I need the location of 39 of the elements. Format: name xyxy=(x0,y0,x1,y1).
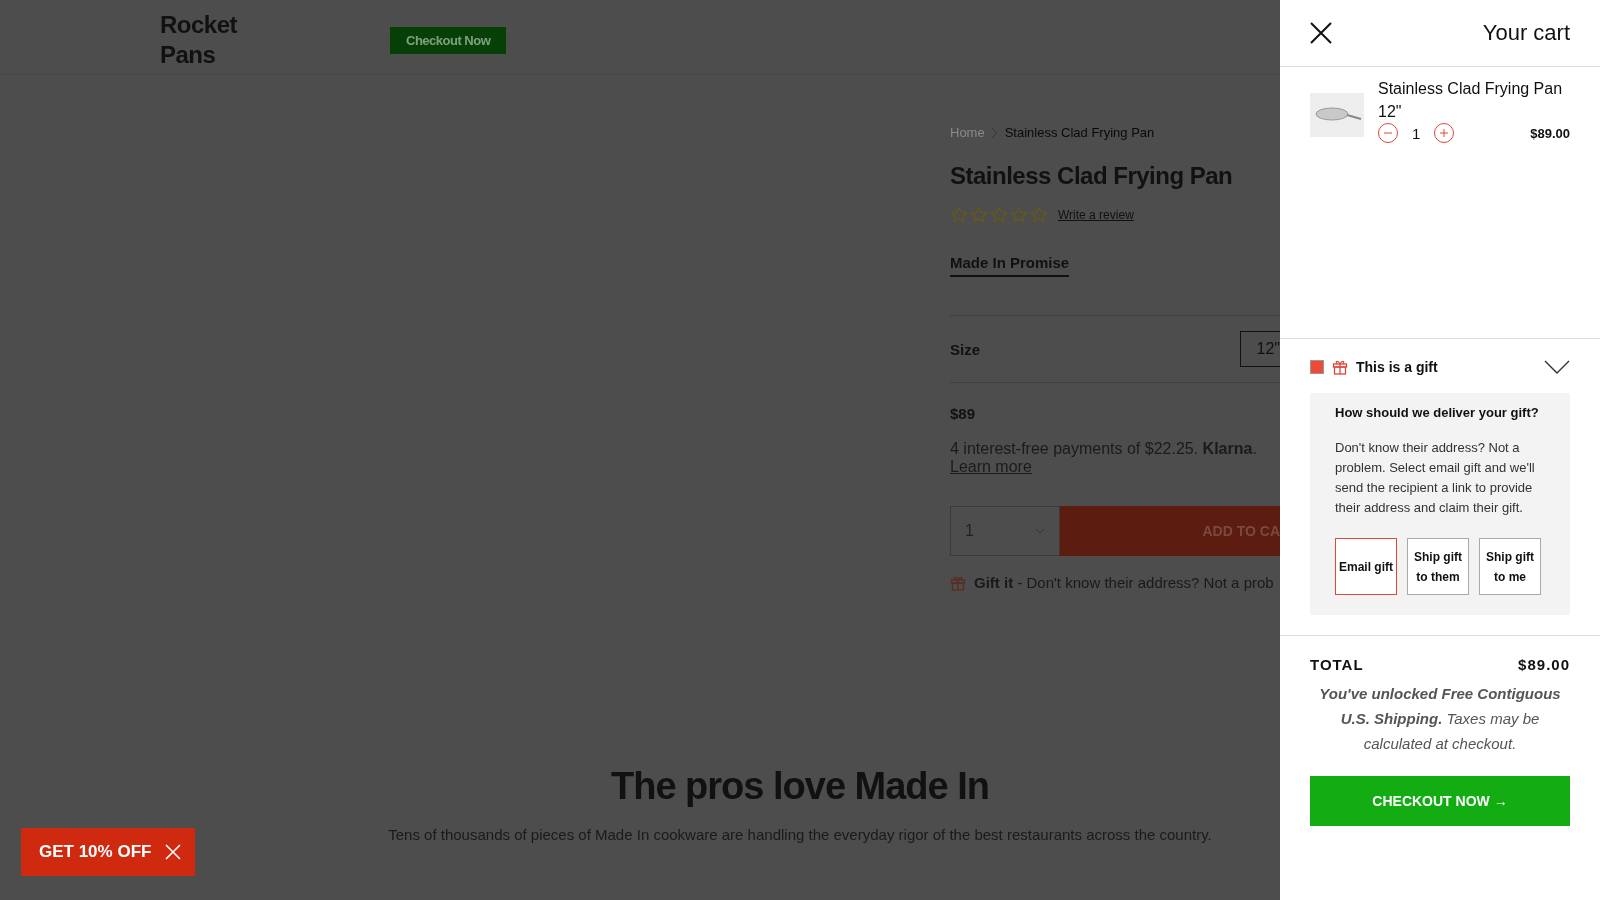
made-in-promise-tab[interactable]: Made In Promise xyxy=(950,254,1070,277)
checkout-now-button[interactable]: Checkout Now xyxy=(390,26,507,54)
close-icon[interactable] xyxy=(1310,22,1332,44)
write-review-link[interactable]: Write a review xyxy=(1058,208,1134,222)
chevron-down-icon[interactable] xyxy=(1544,360,1570,374)
size-label: Size xyxy=(950,340,980,358)
breadcrumb-link[interactable]: Home xyxy=(950,125,985,140)
total-price: $89.00 xyxy=(1518,656,1570,673)
item-price: $89.00 xyxy=(1530,125,1570,141)
gift-option[interactable]: Ship gift to them xyxy=(1407,538,1469,595)
cart-item-size: 12" xyxy=(1378,102,1403,122)
star-icon xyxy=(970,206,988,224)
caret-icon xyxy=(1035,528,1045,534)
gift-option[interactable]: Ship gift to me xyxy=(1479,538,1541,595)
breadcrumb-link[interactable]: Stainless Clad Frying Pan xyxy=(1004,125,1155,140)
star-icon xyxy=(1010,206,1028,224)
gift-option[interactable]: Email gift xyxy=(1335,538,1397,595)
gift-icon xyxy=(1332,359,1348,375)
star-icon xyxy=(950,206,968,224)
gift-question: How should we deliver your gift? xyxy=(1335,405,1540,420)
gift-text: Don't know their address? Not a problem. Select email gift and we'll send the recipient a link to provide their address and claim their gift. xyxy=(1335,439,1536,517)
item-quantity: 1 xyxy=(1412,124,1421,142)
star-icon xyxy=(990,206,1008,224)
discount-button[interactable]: GET 10% OFF xyxy=(21,828,196,876)
cart-title: Your cart xyxy=(1482,20,1570,46)
gift-icon xyxy=(950,574,966,591)
cart-item-name: Stainless Clad Frying Pan xyxy=(1378,79,1564,99)
star-icon xyxy=(1030,206,1048,224)
gift-label: This is a gift xyxy=(1356,359,1438,375)
chevron-right-icon xyxy=(990,126,999,139)
plus-icon xyxy=(1439,128,1450,138)
shipping-note: You've unlocked Free Contiguous U.S. Shipping. Taxes may be calculated at checkout. xyxy=(1318,684,1562,754)
gift-checkbox[interactable] xyxy=(1310,360,1324,374)
product-title: Stainless Clad Frying Pan xyxy=(950,162,1234,190)
section-heading: The pros love Made In xyxy=(610,765,990,808)
total-label: TOTAL xyxy=(1310,656,1364,673)
product-price: $89 xyxy=(950,405,977,422)
logo[interactable]: Rocket Pans xyxy=(160,10,250,70)
checkout-button[interactable]: CHECKOUT NOW → xyxy=(1310,776,1570,826)
